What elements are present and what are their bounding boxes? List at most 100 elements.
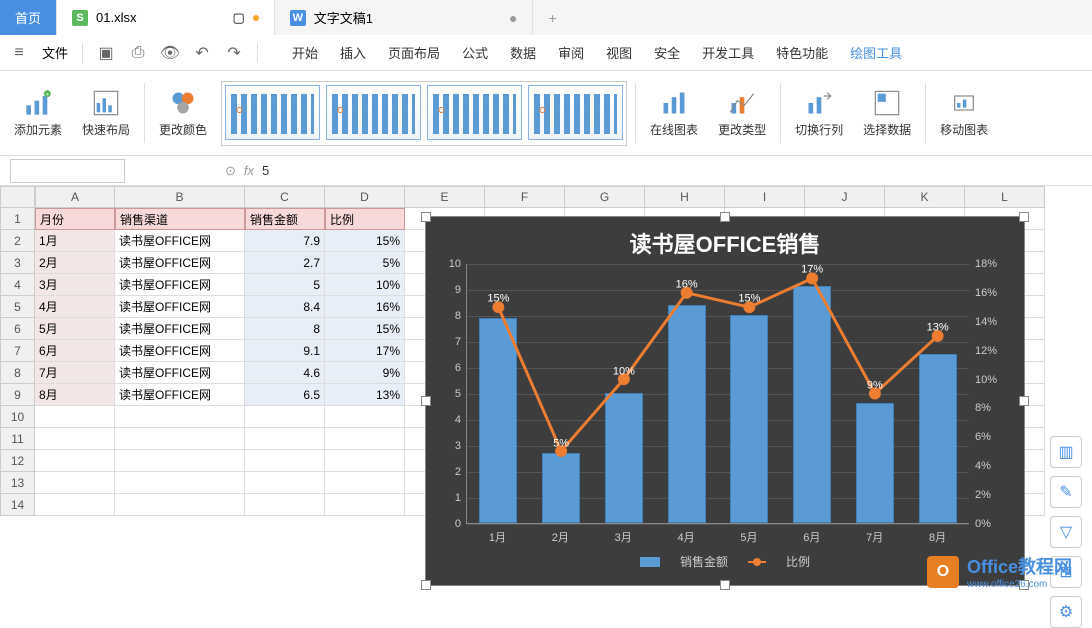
cell[interactable]	[35, 450, 115, 472]
redo-icon[interactable]: ↷	[225, 44, 243, 62]
cell[interactable]: 4.6	[245, 362, 325, 384]
cell[interactable]: 13%	[325, 384, 405, 406]
row-header[interactable]: 1	[0, 208, 35, 230]
cell[interactable]: 销售渠道	[115, 208, 245, 230]
select-all-corner[interactable]	[0, 186, 35, 208]
cell[interactable]: 读书屋OFFICE网	[115, 230, 245, 252]
resize-handle[interactable]	[720, 580, 730, 590]
cell[interactable]: 比例	[325, 208, 405, 230]
row-header[interactable]: 6	[0, 318, 35, 340]
select-data-button[interactable]: 选择数据	[857, 85, 917, 142]
cell[interactable]: 5%	[325, 252, 405, 274]
row-header[interactable]: 8	[0, 362, 35, 384]
close-tab-icon[interactable]: ●	[509, 10, 517, 26]
quick-layout-button[interactable]: 快速布局	[76, 85, 136, 142]
save-icon[interactable]: ▣	[97, 44, 115, 62]
column-header[interactable]: D	[325, 186, 405, 208]
cell[interactable]	[245, 406, 325, 428]
cell[interactable]	[115, 494, 245, 516]
change-color-button[interactable]: 更改颜色	[153, 85, 213, 142]
cell[interactable]: 销售金额	[245, 208, 325, 230]
cell[interactable]	[245, 494, 325, 516]
cell[interactable]	[35, 406, 115, 428]
menu-start[interactable]: 开始	[292, 43, 318, 62]
spreadsheet-tab[interactable]: S 01.xlsx ▢	[57, 0, 275, 35]
new-tab-button[interactable]: +	[533, 0, 571, 35]
cell[interactable]: 月份	[35, 208, 115, 230]
formula-input[interactable]	[262, 163, 462, 178]
chart-style-4[interactable]	[528, 85, 623, 140]
chart-styles-button[interactable]: ✎	[1050, 476, 1082, 508]
row-header[interactable]: 10	[0, 406, 35, 428]
cell[interactable]: 读书屋OFFICE网	[115, 252, 245, 274]
cell[interactable]: 6月	[35, 340, 115, 362]
cell[interactable]	[35, 494, 115, 516]
cell[interactable]: 读书屋OFFICE网	[115, 318, 245, 340]
cell[interactable]	[325, 428, 405, 450]
undo-icon[interactable]: ↶	[193, 44, 211, 62]
cell[interactable]	[325, 450, 405, 472]
menu-data[interactable]: 数据	[510, 43, 536, 62]
cell[interactable]: 5月	[35, 318, 115, 340]
chart-styles-gallery[interactable]	[221, 81, 627, 146]
cell[interactable]	[245, 472, 325, 494]
menu-insert[interactable]: 插入	[340, 43, 366, 62]
cell[interactable]	[115, 428, 245, 450]
switch-rowcol-button[interactable]: 切换行列	[789, 85, 849, 142]
cell[interactable]: 读书屋OFFICE网	[115, 274, 245, 296]
column-header[interactable]: F	[485, 186, 565, 208]
chart-settings-button[interactable]: ⚙	[1050, 596, 1082, 628]
menu-chart-tools[interactable]: 绘图工具	[850, 43, 902, 62]
cell[interactable]	[245, 450, 325, 472]
cell[interactable]	[325, 472, 405, 494]
change-type-button[interactable]: 更改类型	[712, 85, 772, 142]
cell[interactable]: 8.4	[245, 296, 325, 318]
row-header[interactable]: 12	[0, 450, 35, 472]
home-tab[interactable]: 首页	[0, 0, 57, 35]
resize-handle[interactable]	[421, 396, 431, 406]
cell[interactable]: 9%	[325, 362, 405, 384]
cell[interactable]: 读书屋OFFICE网	[115, 384, 245, 406]
menu-view[interactable]: 视图	[606, 43, 632, 62]
row-header[interactable]: 13	[0, 472, 35, 494]
cell[interactable]	[115, 406, 245, 428]
chart-title[interactable]: 读书屋OFFICE销售	[426, 217, 1024, 264]
cell[interactable]: 读书屋OFFICE网	[115, 296, 245, 318]
column-header[interactable]: C	[245, 186, 325, 208]
cell[interactable]: 1月	[35, 230, 115, 252]
row-header[interactable]: 5	[0, 296, 35, 318]
resize-handle[interactable]	[720, 212, 730, 222]
column-header[interactable]: B	[115, 186, 245, 208]
column-header[interactable]: K	[885, 186, 965, 208]
chart-filters-button[interactable]: ▽	[1050, 516, 1082, 548]
name-box[interactable]	[10, 159, 125, 183]
cell[interactable]: 9.1	[245, 340, 325, 362]
print-icon[interactable]: ⎙	[129, 44, 147, 62]
chart-style-1[interactable]	[225, 85, 320, 140]
cell[interactable]: 2.7	[245, 252, 325, 274]
cell[interactable]: 16%	[325, 296, 405, 318]
row-header[interactable]: 11	[0, 428, 35, 450]
menu-security[interactable]: 安全	[654, 43, 680, 62]
cell[interactable]: 17%	[325, 340, 405, 362]
cell[interactable]	[35, 472, 115, 494]
chart-style-2[interactable]	[326, 85, 421, 140]
chart-style-3[interactable]	[427, 85, 522, 140]
search-icon[interactable]: ⊙	[225, 163, 236, 179]
cell[interactable]: 4月	[35, 296, 115, 318]
cell[interactable]	[35, 428, 115, 450]
row-header[interactable]: 14	[0, 494, 35, 516]
online-chart-button[interactable]: 在线图表	[644, 85, 704, 142]
resize-handle[interactable]	[1019, 212, 1029, 222]
cell[interactable]: 8	[245, 318, 325, 340]
column-header[interactable]: J	[805, 186, 885, 208]
row-header[interactable]: 7	[0, 340, 35, 362]
menu-formula[interactable]: 公式	[462, 43, 488, 62]
hamburger-icon[interactable]: ≡	[10, 44, 28, 62]
column-header[interactable]: A	[35, 186, 115, 208]
cell[interactable]: 读书屋OFFICE网	[115, 340, 245, 362]
chart-elements-button[interactable]: ▥	[1050, 436, 1082, 468]
row-header[interactable]: 2	[0, 230, 35, 252]
resize-handle[interactable]	[421, 212, 431, 222]
cell[interactable]	[245, 428, 325, 450]
